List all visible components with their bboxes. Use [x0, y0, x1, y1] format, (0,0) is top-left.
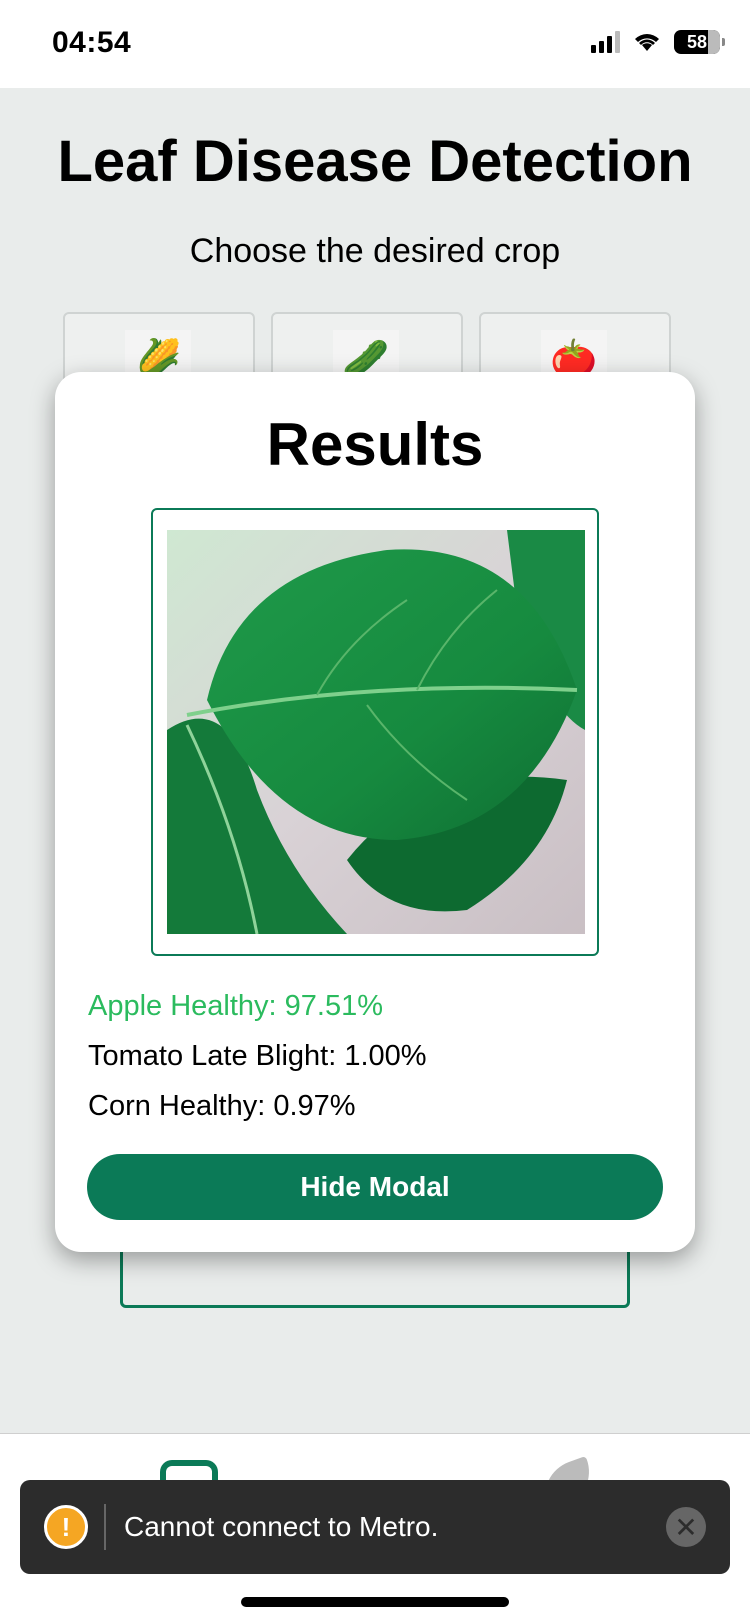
result-second-prediction: Tomato Late Blight: 1.00% [88, 1040, 427, 1072]
error-toast: ! Cannot connect to Metro. ✕ [20, 1480, 730, 1574]
status-icons: 58 [591, 30, 725, 54]
cellular-signal-icon [591, 31, 620, 53]
hide-modal-button[interactable]: Hide Modal [87, 1154, 663, 1220]
close-icon[interactable]: ✕ [666, 1507, 706, 1547]
apple-leaf-image [167, 530, 585, 934]
home-indicator [241, 1597, 509, 1607]
battery-level: 58 [686, 31, 708, 52]
leaf-image-frame [151, 508, 599, 956]
battery-icon: 58 [674, 30, 725, 54]
results-modal: Results Apple Healthy: 97.51% Tomato Lat… [55, 372, 695, 1252]
wifi-icon [635, 34, 659, 51]
page-title: Leaf Disease Detection [57, 129, 693, 194]
status-time: 04:54 [52, 26, 132, 59]
warning-icon: ! [44, 1505, 88, 1549]
toast-divider [104, 1504, 106, 1550]
result-top-prediction: Apple Healthy: 97.51% [88, 990, 384, 1022]
modal-title: Results [266, 411, 484, 478]
toast-message: Cannot connect to Metro. [124, 1511, 439, 1542]
status-bar: 04:54 58 [0, 0, 750, 88]
page-subtitle: Choose the desired crop [189, 232, 561, 270]
result-third-prediction: Corn Healthy: 0.97% [88, 1090, 356, 1122]
